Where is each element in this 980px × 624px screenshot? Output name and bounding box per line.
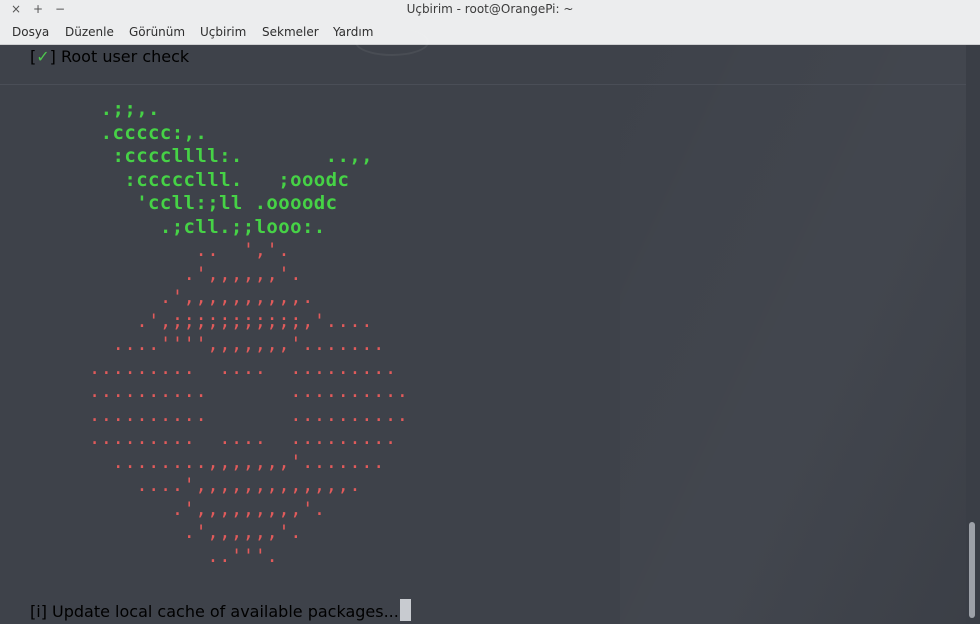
root-check-line: [✓] Root user check: [30, 47, 190, 66]
root-check-text: Root user check: [55, 47, 190, 66]
background-graphic-ring: [355, 28, 429, 56]
logo-orange: .. ','. .',,,,,,'. .',,,,,,,,,,. .',;;;;…: [88, 239, 409, 567]
menu-duzenle[interactable]: Düzenle: [65, 25, 114, 39]
menu-sekmeler[interactable]: Sekmeler: [262, 25, 319, 39]
menu-ucbirim[interactable]: Uçbirim: [200, 25, 246, 39]
menu-bar: Dosya Düzenle Görünüm Uçbirim Sekmeler Y…: [0, 20, 980, 45]
update-cache-line: [i] Update local cache of available pack…: [30, 599, 411, 621]
logo-leaf: .;;,. .ccccc:,. :ccccllll:. ..,, :cccccl…: [100, 98, 373, 238]
check-icon: ✓: [36, 47, 50, 66]
update-cache-text: [i] Update local cache of available pack…: [30, 602, 399, 621]
orangepi-ascii-logo: .;;,. .ccccc:,. :ccccllll:. ..,, :cccccl…: [77, 98, 409, 568]
menu-gorunum[interactable]: Görünüm: [129, 25, 185, 39]
scrollbar[interactable]: [966, 45, 980, 624]
divider: [0, 84, 966, 85]
menu-dosya[interactable]: Dosya: [12, 25, 49, 39]
scrollbar-thumb[interactable]: [969, 522, 975, 618]
terminal-cursor: [399, 599, 411, 621]
title-bar: × + − Uçbirim - root@OrangePi: ~: [0, 0, 980, 20]
window-title: Uçbirim - root@OrangePi: ~: [406, 2, 574, 16]
